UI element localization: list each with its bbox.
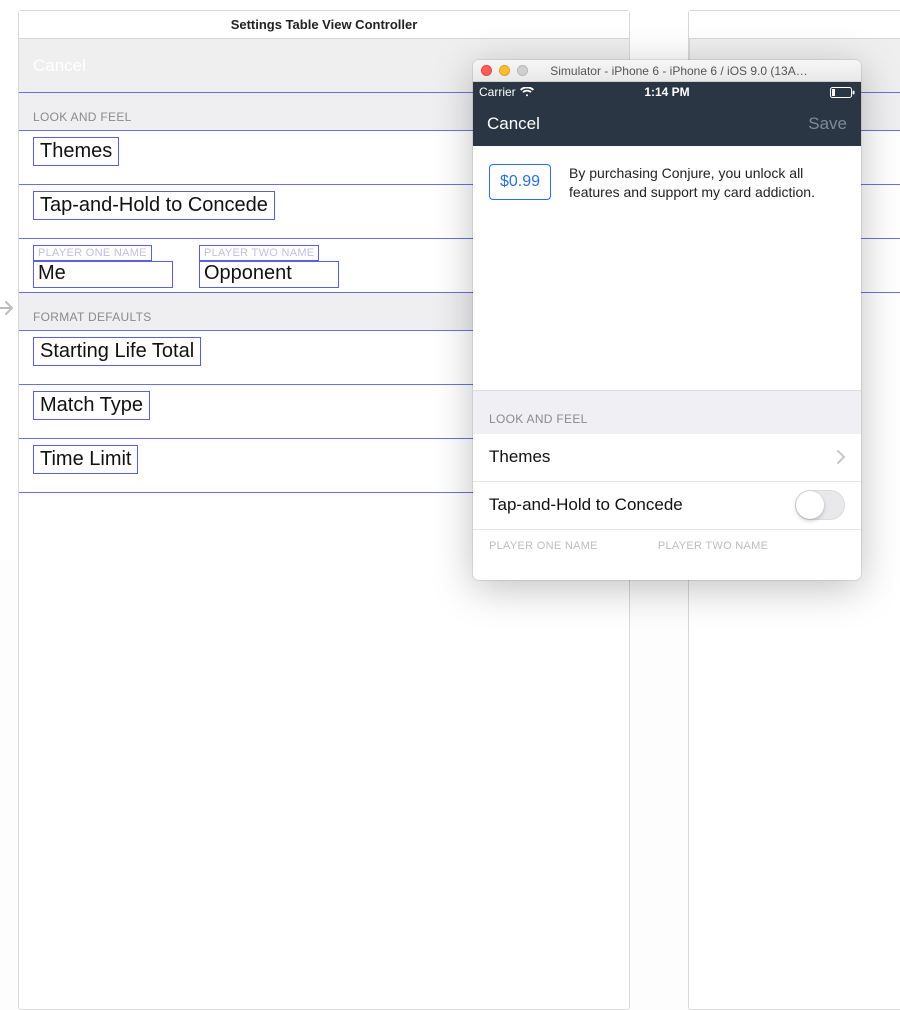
sim-label-themes: Themes bbox=[489, 447, 550, 467]
tap-hold-switch[interactable] bbox=[795, 490, 845, 520]
switch-knob-icon bbox=[796, 491, 824, 519]
purchase-description: By purchasing Conjure, you unlock all fe… bbox=[569, 164, 845, 202]
ios-status-bar: Carrier 1:14 PM bbox=[473, 82, 861, 102]
traffic-minimize-icon[interactable] bbox=[499, 65, 510, 76]
ib-label-match-type: Match Type bbox=[33, 391, 150, 420]
sim-label-tap-hold: Tap-and-Hold to Concede bbox=[489, 495, 683, 515]
battery-icon bbox=[830, 87, 855, 98]
ib-player-two-label: PLAYER TWO NAME bbox=[199, 245, 319, 261]
ib-player-one-label: PLAYER ONE NAME bbox=[33, 245, 152, 261]
simulator-window-title: Simulator - iPhone 6 - iPhone 6 / iOS 9.… bbox=[535, 64, 853, 78]
ib-player-two-field[interactable]: PLAYER TWO NAME Opponent bbox=[199, 245, 339, 286]
status-time: 1:14 PM bbox=[644, 85, 689, 99]
simulator-titlebar[interactable]: Simulator - iPhone 6 - iPhone 6 / iOS 9.… bbox=[473, 60, 861, 82]
sim-row-themes[interactable]: Themes bbox=[473, 434, 861, 482]
purchase-price-button[interactable]: $0.99 bbox=[489, 164, 551, 200]
sim-row-tap-hold[interactable]: Tap-and-Hold to Concede bbox=[473, 482, 861, 530]
ib-label-time-limit: Time Limit bbox=[33, 445, 138, 474]
sim-player-name-headers: PLAYER ONE NAME PLAYER TWO NAME bbox=[473, 530, 861, 552]
ib-player-two-value[interactable]: Opponent bbox=[199, 261, 339, 288]
nav-save-button[interactable]: Save bbox=[808, 114, 847, 134]
status-carrier: Carrier bbox=[479, 85, 516, 99]
ib-label-themes: Themes bbox=[33, 137, 119, 166]
wifi-icon bbox=[520, 87, 534, 97]
sim-player-two-label: PLAYER TWO NAME bbox=[658, 540, 768, 552]
sim-section-header-look-and-feel: LOOK AND FEEL bbox=[473, 390, 861, 434]
ib-scene-title: Settings Table View Controller bbox=[19, 11, 629, 39]
simulator-window[interactable]: Simulator - iPhone 6 - iPhone 6 / iOS 9.… bbox=[473, 60, 861, 580]
ib-label-tap-hold: Tap-and-Hold to Concede bbox=[33, 191, 275, 220]
ib-scene-secondary-title: S bbox=[689, 11, 900, 39]
ios-nav-bar: Cancel Save bbox=[473, 102, 861, 146]
ib-player-one-field[interactable]: PLAYER ONE NAME Me bbox=[33, 245, 173, 286]
chevron-right-icon bbox=[837, 450, 845, 464]
ib-label-starting-life: Starting Life Total bbox=[33, 337, 201, 366]
traffic-zoom-icon[interactable] bbox=[517, 65, 528, 76]
purchase-blank-area bbox=[473, 220, 861, 390]
sim-player-one-label: PLAYER ONE NAME bbox=[489, 540, 598, 552]
purchase-row: $0.99 By purchasing Conjure, you unlock … bbox=[473, 146, 861, 220]
segue-arrow-icon bbox=[0, 296, 18, 320]
ib-nav-cancel[interactable]: Cancel bbox=[33, 56, 86, 75]
nav-cancel-button[interactable]: Cancel bbox=[487, 114, 540, 134]
ib-player-one-value[interactable]: Me bbox=[33, 261, 173, 288]
traffic-close-icon[interactable] bbox=[481, 65, 492, 76]
